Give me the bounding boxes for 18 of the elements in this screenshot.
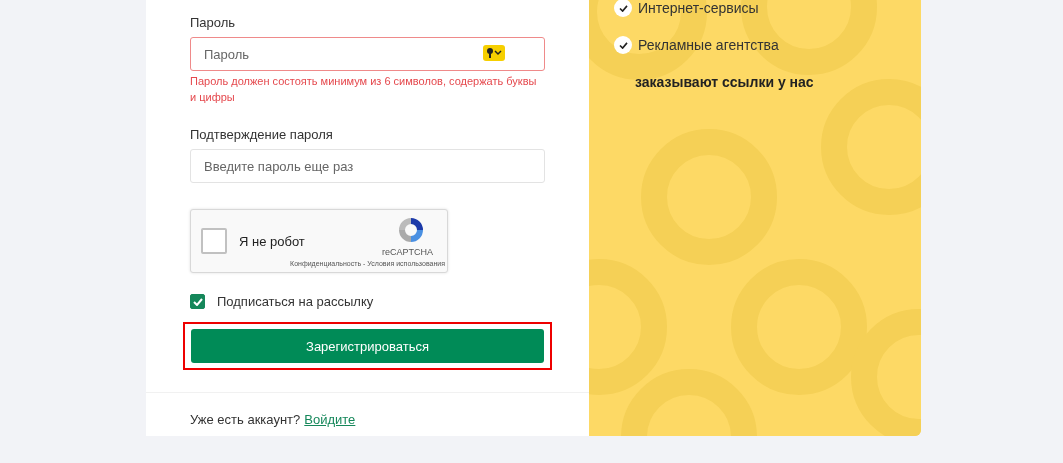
recaptcha-logo-icon bbox=[397, 216, 425, 244]
audience-item: Интернет-сервисы bbox=[638, 0, 759, 16]
login-link[interactable]: Войдите bbox=[304, 412, 356, 427]
login-prompt: Уже есть аккаунт? bbox=[190, 412, 301, 427]
audience-item: Рекламные агентства bbox=[638, 37, 779, 53]
key-icon[interactable] bbox=[483, 45, 505, 61]
newsletter-label: Подписаться на рассылку bbox=[217, 294, 374, 309]
error-message: Пароль должен состоять минимум из 6 символов, содержать буквы и цифры bbox=[190, 74, 538, 105]
newsletter-checkbox[interactable] bbox=[190, 294, 205, 309]
captcha-brand: reCAPTCHA bbox=[382, 247, 433, 257]
password-field[interactable]: Пароль bbox=[190, 37, 545, 71]
confirm-password-field[interactable]: Введите пароль еще раз bbox=[190, 149, 545, 183]
field-label: Подтверждение пароля bbox=[190, 127, 334, 142]
register-button[interactable]: Зарегистрироваться bbox=[191, 329, 544, 363]
captcha-label: Я не робот bbox=[239, 233, 305, 249]
tagline: заказывают ссылки у нас bbox=[635, 74, 815, 90]
field-label: Пароль bbox=[190, 15, 237, 30]
captcha-checkbox[interactable] bbox=[201, 228, 227, 254]
